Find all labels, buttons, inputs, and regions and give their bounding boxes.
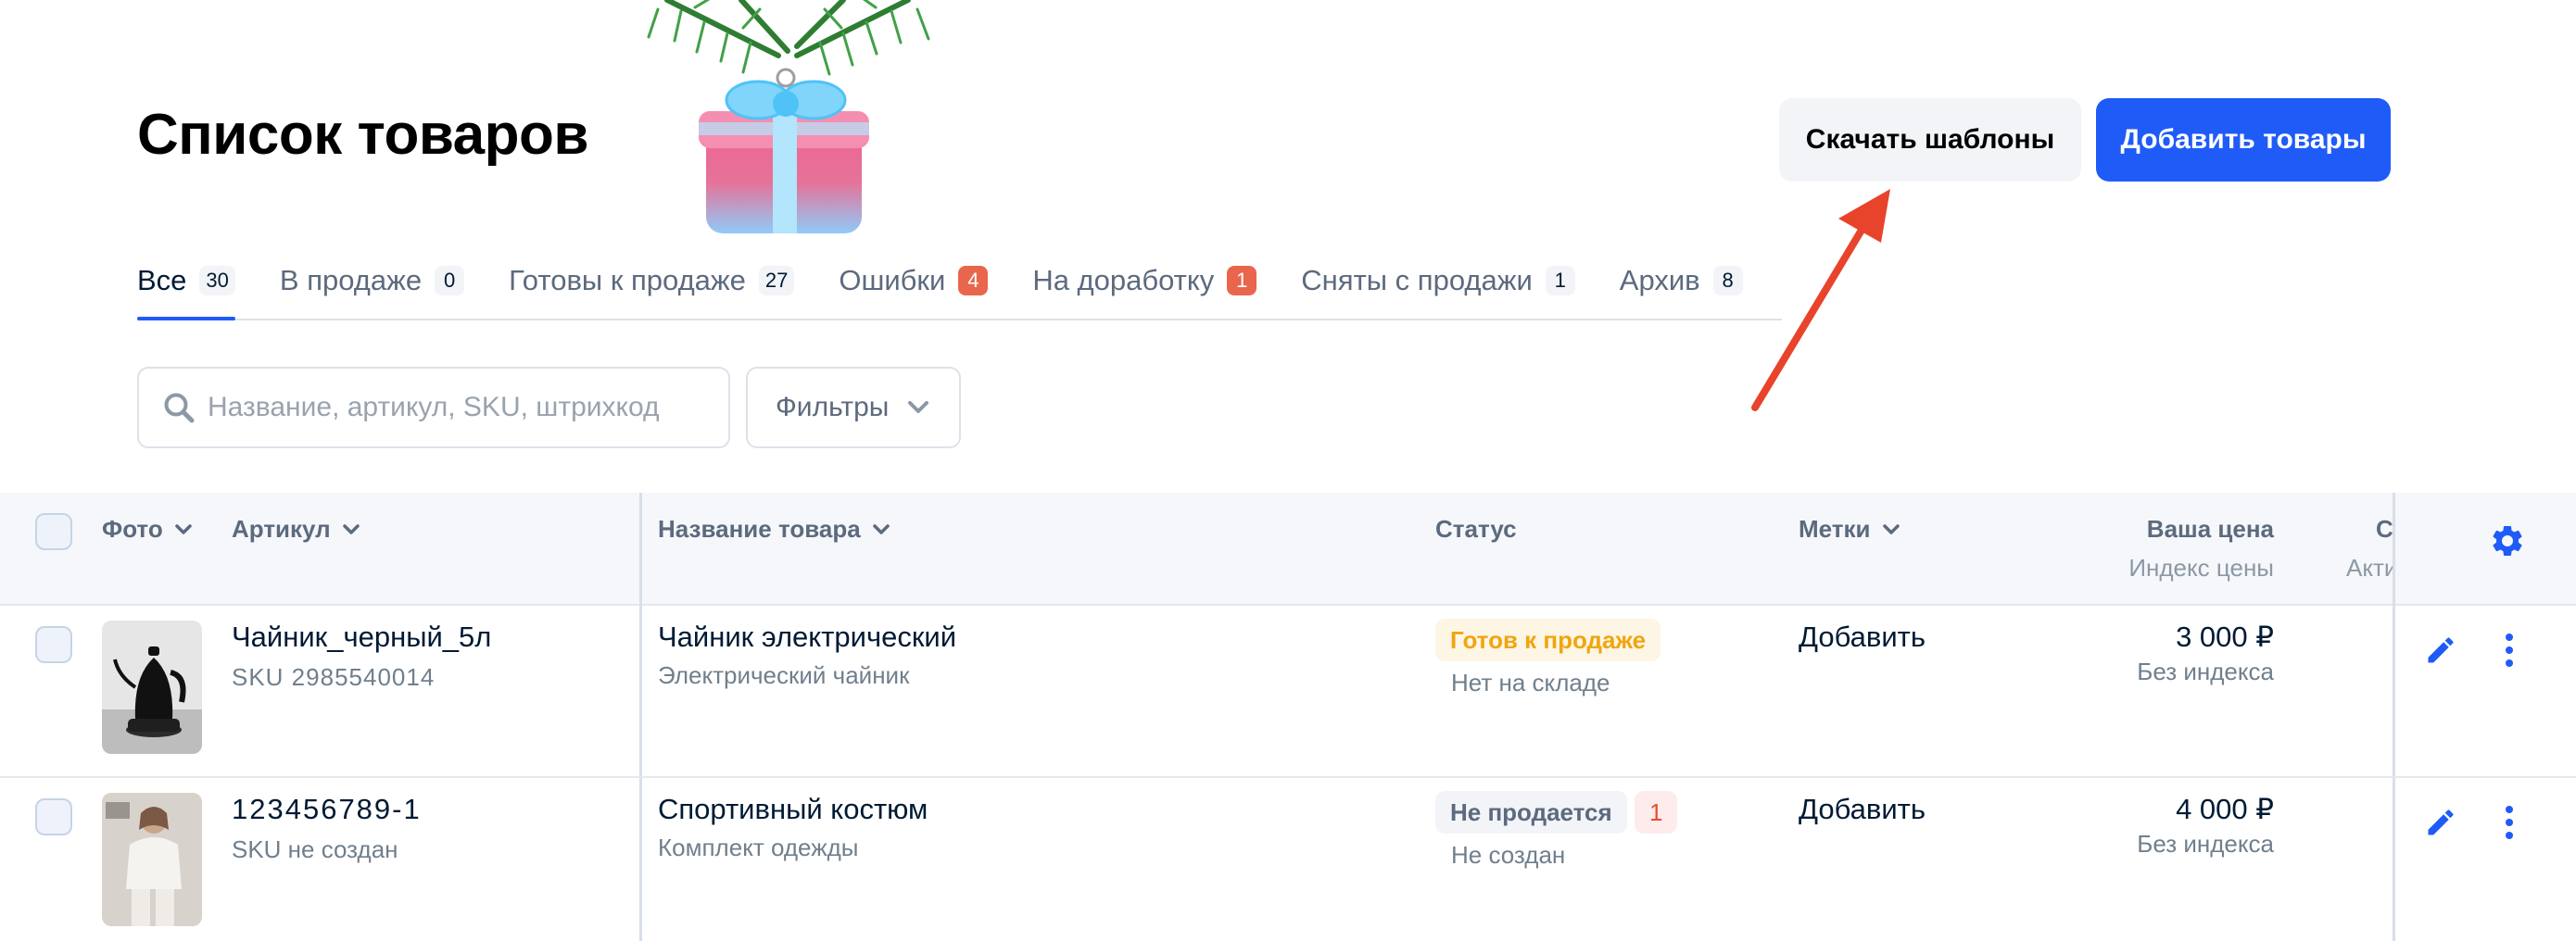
tab-count-badge: 27	[758, 266, 795, 295]
more-vertical-icon[interactable]	[2493, 632, 2526, 669]
tab-all[interactable]: Все 30	[137, 252, 235, 320]
tab-label: Все	[137, 264, 187, 296]
chevron-down-icon	[872, 523, 890, 534]
pencil-icon[interactable]	[2424, 806, 2457, 839]
column-header-tags[interactable]: Метки	[1799, 515, 1900, 544]
column-header-status: Статус	[1435, 515, 1517, 544]
product-price: 3 000 ₽	[2176, 621, 2274, 653]
tab-label: Готовы к продаже	[509, 264, 746, 296]
pencil-icon[interactable]	[2424, 634, 2457, 667]
tab-archive[interactable]: Архив 8	[1620, 252, 1743, 309]
search-box[interactable]	[137, 367, 730, 448]
column-header-label: Артикул	[232, 515, 331, 543]
column-header-article[interactable]: Артикул	[232, 515, 360, 544]
chevron-down-icon	[342, 523, 360, 534]
table-row[interactable]: 123456789-1 SKU не создан Спортивный кос…	[0, 778, 2576, 941]
price-index: Без индекса	[2137, 658, 2274, 685]
tab-ready-for-sale[interactable]: Готовы к продаже 27	[509, 252, 795, 309]
chevron-down-icon	[1882, 523, 1900, 534]
column-header-label: Фото	[102, 515, 163, 543]
tab-count-badge: 1	[1227, 266, 1257, 295]
tab-count-badge: 0	[435, 266, 465, 295]
tab-label: В продаже	[279, 264, 423, 296]
product-article[interactable]: 123456789-1	[232, 793, 422, 826]
tab-on-sale[interactable]: В продаже 0	[279, 252, 465, 309]
filters-dropdown[interactable]: Фильтры	[746, 367, 961, 448]
product-sku: SKU 2985540014	[232, 663, 436, 691]
column-header-label: Название товара	[658, 515, 861, 543]
gift-ornament-icon	[647, 0, 930, 233]
product-category: Комплект одежды	[658, 834, 859, 861]
column-header-price: Ваша цена	[2147, 515, 2274, 544]
tab-label: Сняты с продажи	[1301, 264, 1533, 296]
product-sku: SKU не создан	[232, 835, 398, 863]
price-index: Без индекса	[2137, 830, 2274, 858]
product-category: Электрический чайник	[658, 661, 910, 689]
tab-label: Ошибки	[839, 264, 946, 296]
tab-needs-rework[interactable]: На доработку 1	[1032, 252, 1257, 309]
tab-errors[interactable]: Ошибки 4	[839, 252, 989, 309]
tab-label: На доработку	[1032, 264, 1215, 296]
tab-count-badge: 1	[1545, 266, 1575, 295]
search-input[interactable]	[208, 392, 689, 423]
column-header-cut-sub: Акти	[2346, 554, 2394, 582]
column-header-label: Статус	[1435, 515, 1517, 543]
gear-icon[interactable]	[2489, 522, 2526, 559]
add-products-button[interactable]: Добавить товары	[2096, 98, 2391, 182]
product-photo	[102, 793, 202, 926]
status-badge: Готов к продаже	[1435, 619, 1661, 661]
row-checkbox[interactable]	[35, 798, 72, 835]
product-article[interactable]: Чайник_черный_5л	[232, 621, 491, 654]
table-header: Фото Артикул Название товара Статус Метк…	[0, 493, 2576, 606]
page-title: Список товаров	[137, 103, 589, 167]
tab-count-badge: 4	[958, 266, 989, 295]
status-detail: Не создан	[1451, 841, 1566, 869]
row-checkbox[interactable]	[35, 626, 72, 663]
chevron-down-icon	[908, 401, 929, 413]
tab-label: Архив	[1619, 264, 1700, 296]
tab-removed-from-sale[interactable]: Сняты с продажи 1	[1301, 252, 1575, 309]
column-header-photo[interactable]: Фото	[102, 515, 193, 544]
column-header-name[interactable]: Название товара	[658, 515, 890, 544]
product-name[interactable]: Спортивный костюм	[658, 793, 928, 826]
column-header-price-index: Индекс цены	[2128, 554, 2274, 582]
filters-label: Фильтры	[776, 392, 890, 422]
column-header-label: Ваша цена	[2146, 515, 2274, 543]
select-all-checkbox[interactable]	[35, 513, 72, 550]
status-error-count[interactable]: 1	[1635, 791, 1678, 834]
download-templates-button[interactable]: Скачать шаблоны	[1779, 98, 2081, 182]
column-header-label: Метки	[1799, 515, 1871, 543]
status-tabs: Все 30 В продаже 0 Готовы к продаже 27 О…	[137, 252, 1782, 320]
more-vertical-icon[interactable]	[2493, 804, 2526, 841]
add-tag-link[interactable]: Добавить	[1799, 621, 1926, 654]
add-tag-link[interactable]: Добавить	[1799, 793, 1926, 826]
product-price: 4 000 ₽	[2176, 793, 2274, 825]
table-row[interactable]: Чайник_черный_5л SKU 2985540014 Чайник э…	[0, 606, 2576, 778]
product-name[interactable]: Чайник электрический	[658, 621, 956, 654]
column-header-cut: С	[2376, 515, 2393, 543]
chevron-down-icon	[174, 523, 192, 534]
status-detail: Нет на складе	[1451, 669, 1610, 696]
tab-count-badge: 30	[199, 266, 235, 295]
product-photo	[102, 621, 202, 754]
status-badge: Не продается	[1435, 791, 1627, 834]
tab-count-badge: 8	[1712, 266, 1743, 295]
search-icon	[164, 393, 195, 423]
